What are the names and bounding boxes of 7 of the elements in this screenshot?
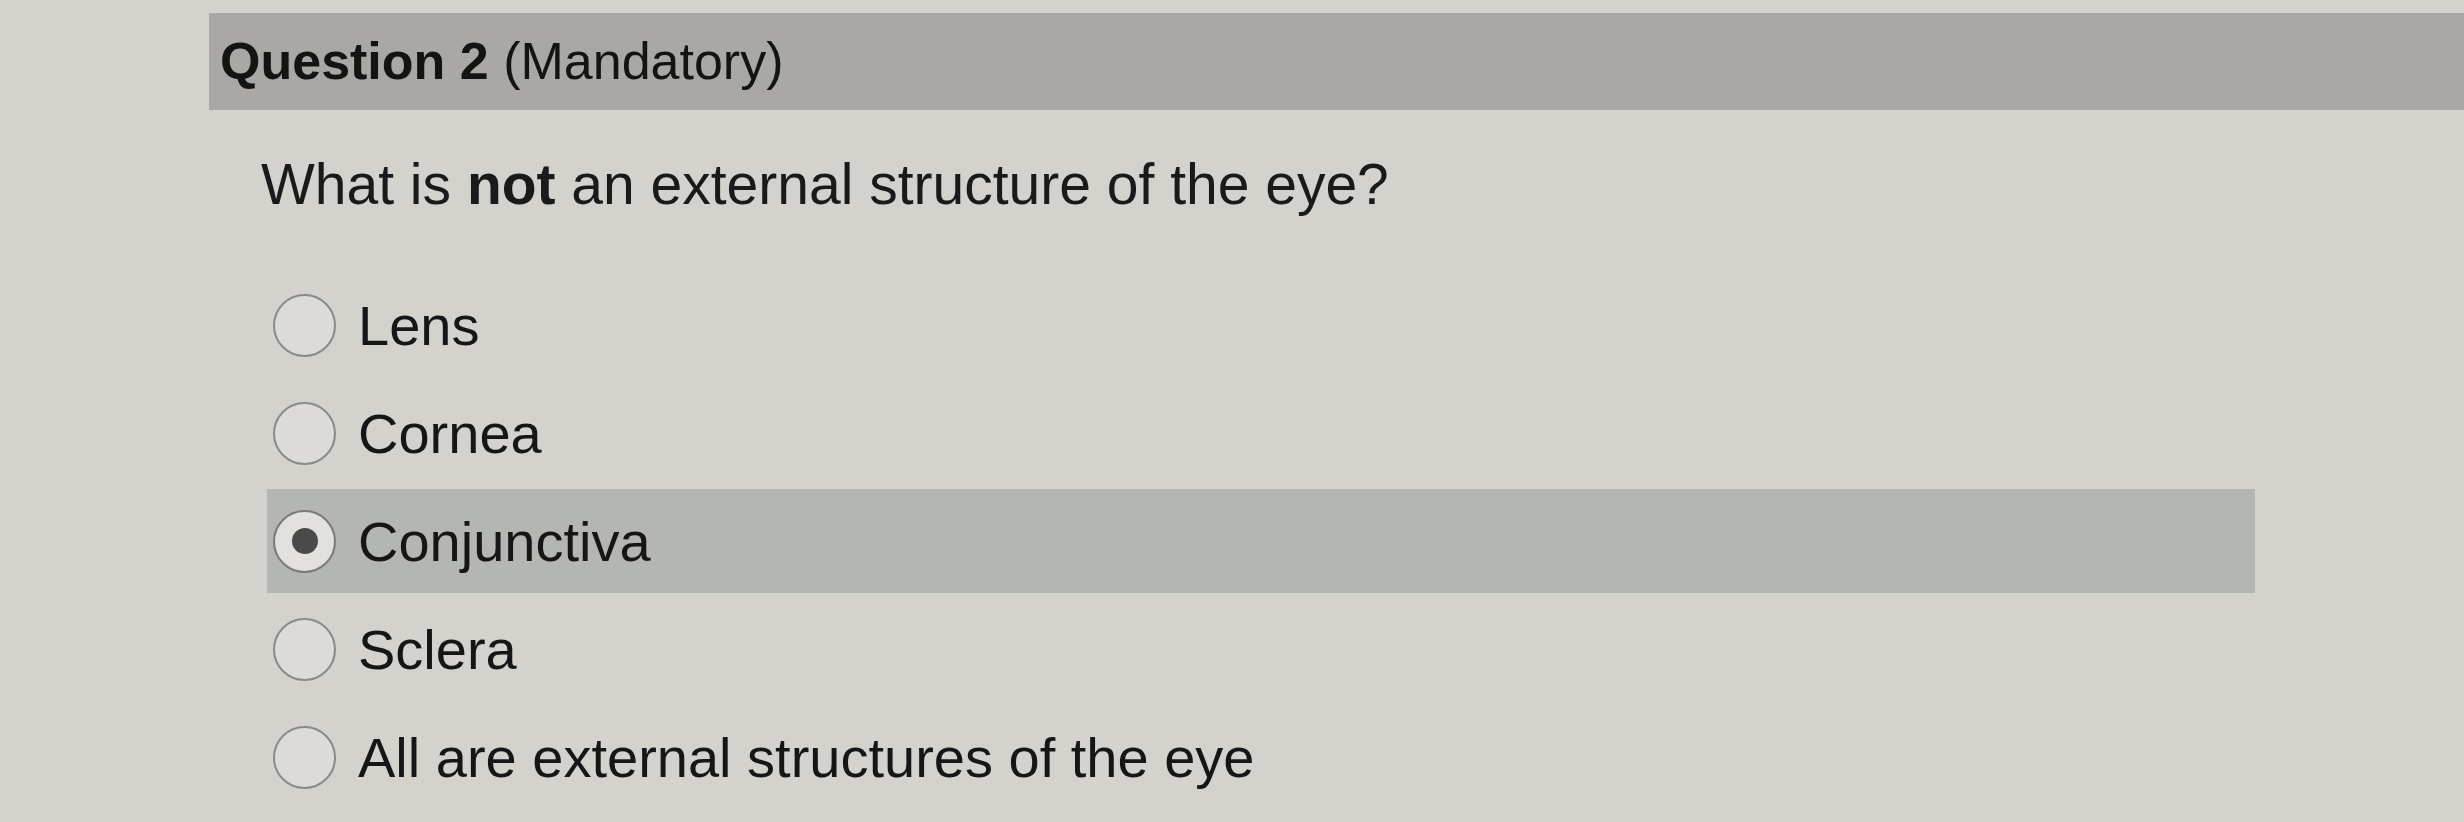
option-label[interactable]: Cornea	[358, 399, 542, 467]
option-label[interactable]: All are external structures of the eye	[358, 723, 1255, 791]
option-label[interactable]: Lens	[358, 291, 480, 359]
question-number-title: Question 2 (Mandatory)	[220, 31, 784, 93]
option-label[interactable]: Conjunctiva	[358, 507, 651, 575]
option-label[interactable]: Sclera	[358, 615, 517, 683]
question-text: What is not an external structure of the eye?	[261, 151, 1389, 218]
